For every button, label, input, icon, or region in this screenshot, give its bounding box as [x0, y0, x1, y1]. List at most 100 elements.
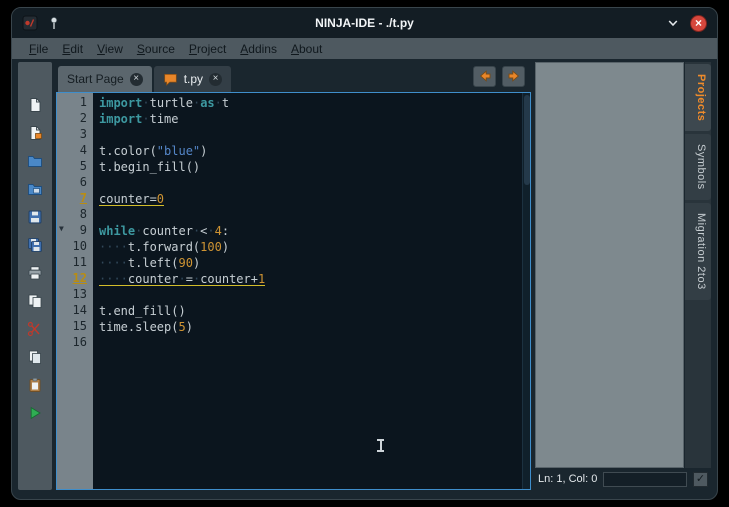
cut-button[interactable]	[23, 318, 47, 340]
line-number[interactable]: 7	[57, 191, 93, 207]
open-file-icon	[27, 153, 43, 169]
app-icon	[22, 15, 38, 31]
code-line[interactable]: time.sleep(5)	[99, 319, 522, 335]
line-number[interactable]: 5	[57, 159, 93, 175]
line-number[interactable]: 10	[57, 239, 93, 255]
code-line[interactable]: t.end_fill()	[99, 303, 522, 319]
line-number[interactable]: 8	[57, 207, 93, 223]
close-tab-icon[interactable]: ×	[129, 72, 143, 86]
code-line[interactable]: counter=0	[99, 191, 522, 207]
code-line[interactable]	[99, 127, 522, 143]
line-number[interactable]: 2	[57, 111, 93, 127]
cursor-position-label: Ln: 1, Col: 0	[538, 473, 598, 485]
pin-icon[interactable]	[46, 15, 62, 31]
new-file-icon	[27, 97, 43, 113]
code-line[interactable]: ····t.forward(100)	[99, 239, 522, 255]
copy-document-icon	[27, 293, 43, 309]
shade-button[interactable]	[665, 15, 681, 31]
side-tab-projects[interactable]: Projects	[685, 64, 711, 132]
tab-bar: Start Page × t.py ×	[56, 62, 531, 92]
code-line[interactable]	[99, 287, 522, 303]
back-arrow-icon	[477, 68, 493, 84]
projects-panel[interactable]	[535, 62, 684, 468]
close-button[interactable]: ×	[690, 14, 707, 32]
copy-icon	[27, 349, 43, 365]
code-line[interactable]: t.color("blue")	[99, 143, 522, 159]
menu-source[interactable]: Source	[130, 40, 182, 58]
code-line[interactable]	[99, 175, 522, 191]
line-number[interactable]: 14	[57, 303, 93, 319]
close-tab-icon[interactable]: ×	[209, 72, 223, 86]
code-line[interactable]	[99, 207, 522, 223]
code-line[interactable]: import·turtle·as·t	[99, 95, 522, 111]
goto-line-input[interactable]	[603, 471, 687, 487]
navigate-back-button[interactable]	[473, 65, 496, 87]
panel-toggle-checkbox[interactable]: ✓	[693, 471, 708, 487]
menu-about[interactable]: About	[284, 40, 329, 58]
new-project-icon	[27, 125, 43, 141]
navigate-forward-button[interactable]	[502, 65, 525, 87]
menubar: File Edit View Source Project Addins About	[12, 38, 717, 59]
new-project-button[interactable]	[23, 122, 47, 144]
menu-view[interactable]: View	[90, 40, 130, 58]
code-line[interactable]: t.begin_fill()	[99, 159, 522, 175]
menu-project[interactable]: Project	[182, 40, 233, 58]
titlebar[interactable]: NINJA-IDE - ./t.py ×	[12, 8, 717, 38]
forward-arrow-icon	[506, 68, 522, 84]
fold-arrow-icon[interactable]: ▼	[59, 224, 64, 233]
code-editor[interactable]: 1 2 3 4 5 6 7 8 ▼ 9 10 11 12 13 14 15 16 import·turtle·a…	[56, 92, 531, 490]
open-file-button[interactable]	[23, 150, 47, 172]
line-number[interactable]: 15	[57, 319, 93, 335]
gutter: 1 2 3 4 5 6 7 8 ▼ 9 10 11 12 13 14 15 16	[57, 93, 93, 489]
side-tab-strip: Projects Symbols Migration 2to3	[685, 62, 711, 468]
menu-edit[interactable]: Edit	[55, 40, 90, 58]
open-project-icon	[27, 181, 43, 197]
line-number[interactable]: 6	[57, 175, 93, 191]
save-project-icon	[27, 237, 43, 253]
copy-document-button[interactable]	[23, 290, 47, 312]
scrollbar-thumb[interactable]	[523, 95, 530, 185]
new-file-button[interactable]	[23, 94, 47, 116]
copy-button[interactable]	[23, 346, 47, 368]
toolbar	[18, 62, 52, 490]
statusbar: Ln: 1, Col: 0 ✓	[535, 468, 711, 490]
code-area[interactable]: import·turtle·as·t import·time t.color("bl…	[93, 93, 522, 489]
window-title: NINJA-IDE - ./t.py	[315, 16, 414, 30]
window-body: Start Page × t.py × 1 2 3 4 5 6 7 8 ▼ 9 10 11 12 13 14 15 1…	[12, 59, 717, 499]
side-tab-migration-2to3[interactable]: Migration 2to3	[685, 203, 711, 300]
line-number[interactable]: 16	[57, 335, 93, 351]
code-line[interactable]: ····counter·=·counter+1	[99, 271, 522, 287]
message-icon	[163, 72, 178, 87]
save-file-icon	[27, 209, 43, 225]
tab-start-page[interactable]: Start Page ×	[58, 66, 152, 92]
code-line[interactable]: while·counter·<·4:	[99, 223, 522, 239]
open-project-button[interactable]	[23, 178, 47, 200]
line-number[interactable]: 1	[57, 95, 93, 111]
editor-scrollbar[interactable]	[522, 93, 530, 489]
tab-t.py[interactable]: t.py ×	[153, 66, 232, 92]
side-tab-symbols[interactable]: Symbols	[685, 134, 711, 201]
run-project-icon	[27, 405, 43, 421]
menu-file[interactable]: File	[22, 40, 55, 58]
print-file-icon	[27, 265, 43, 281]
tab-label: Start Page	[67, 72, 124, 86]
line-number[interactable]: 4	[57, 143, 93, 159]
paste-button[interactable]	[23, 374, 47, 396]
editor-column: Start Page × t.py × 1 2 3 4 5 6 7 8 ▼ 9 10 11 12 13 14 15 1…	[56, 62, 531, 490]
save-file-button[interactable]	[23, 206, 47, 228]
tab-label: t.py	[183, 72, 204, 86]
paste-icon	[27, 377, 43, 393]
line-number[interactable]: 12	[57, 271, 93, 287]
code-line[interactable]: import·time	[99, 111, 522, 127]
right-column: Projects Symbols Migration 2to3 Ln: 1, Col…	[535, 62, 711, 490]
code-line[interactable]	[99, 335, 522, 351]
print-file-button[interactable]	[23, 262, 47, 284]
line-number[interactable]: 11	[57, 255, 93, 271]
save-project-button[interactable]	[23, 234, 47, 256]
code-line[interactable]: ····t.left(90)	[99, 255, 522, 271]
line-number[interactable]: ▼ 9	[57, 223, 93, 239]
menu-addins[interactable]: Addins	[233, 40, 284, 58]
run-project-button[interactable]	[23, 402, 47, 424]
line-number[interactable]: 13	[57, 287, 93, 303]
line-number[interactable]: 3	[57, 127, 93, 143]
